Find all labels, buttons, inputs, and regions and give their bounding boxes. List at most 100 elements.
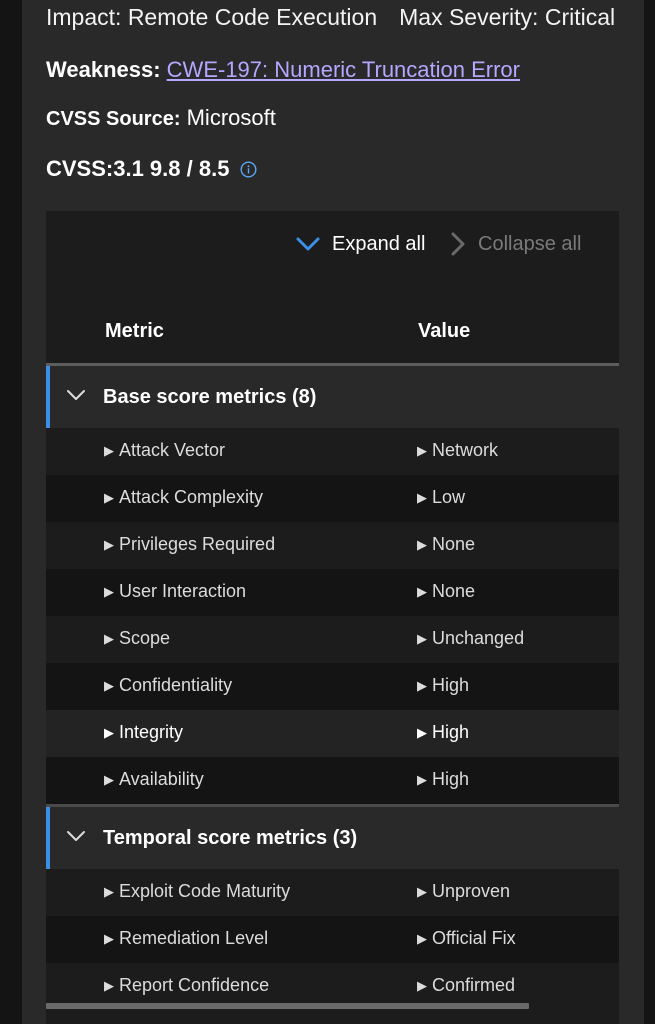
table-row[interactable]: ▶ Exploit Code Maturity ▶ Unproven [46,869,619,916]
impact-label: Impact: [46,4,122,30]
metric-value: Network [432,440,499,460]
cvss-metrics-table: Expand all Collapse all Metric Value Bas… [46,211,619,1024]
cvss-score: CVSS:3.1 9.8 / 8.5 [46,156,230,181]
value-cell: ▶ Unchanged [417,628,524,649]
group-label: Temporal score metrics (3) [103,827,358,849]
metric-name: User Interaction [119,581,247,601]
metric-name: Attack Vector [119,440,226,460]
metric-value: Confirmed [432,975,516,995]
caret-right-icon: ▶ [417,772,427,787]
metric-cell: ▶ Remediation Level [104,928,268,949]
metric-cell: ▶ Exploit Code Maturity [104,881,290,902]
info-circle-icon[interactable] [240,161,257,178]
impact-line: Impact: Remote Code Execution Max Severit… [46,4,615,31]
table-row[interactable]: ▶ Confidentiality ▶ High [46,663,619,710]
caret-right-icon: ▶ [417,584,427,599]
weakness-label: Weakness: [46,57,161,82]
header-value[interactable]: Value [418,320,470,343]
caret-right-icon: ▶ [417,678,427,693]
value-cell: ▶ High [417,769,469,790]
metric-cell: ▶ User Interaction [104,581,246,602]
expand-all-button[interactable]: Expand all [296,229,425,259]
caret-right-icon: ▶ [104,978,114,993]
chevron-right-icon [451,232,465,256]
caret-right-icon: ▶ [417,537,427,552]
header-metric[interactable]: Metric [105,320,164,343]
table-row[interactable]: ▶ Scope ▶ Unchanged [46,616,619,663]
value-cell: ▶ None [417,581,475,602]
caret-right-icon: ▶ [417,725,427,740]
severity-label: Max Severity: [399,4,539,30]
metric-cell: ▶ Report Confidence [104,975,269,996]
weakness-line: Weakness: CWE-197: Numeric Truncation Er… [46,57,520,83]
group-base-score[interactable]: Base score metrics (8) [46,366,619,428]
severity-value: Critical [544,4,616,30]
table-row[interactable]: ▶ Attack Complexity ▶ Low [46,475,619,522]
metric-name: Privileges Required [119,534,276,554]
cvss-source-value: Microsoft [186,105,276,130]
metric-name: Remediation Level [119,928,269,948]
metric-name: Attack Complexity [119,487,264,507]
caret-right-icon: ▶ [104,537,114,552]
table-row[interactable]: ▶ Privileges Required ▶ None [46,522,619,569]
metric-value: High [432,722,470,742]
cvss-source-line: CVSS Source: Microsoft [46,105,276,131]
value-cell: ▶ Confirmed [417,975,515,996]
caret-right-icon: ▶ [104,725,114,740]
caret-right-icon: ▶ [417,978,427,993]
metric-name: Availability [119,769,204,789]
caret-right-icon: ▶ [104,584,114,599]
metric-name: Exploit Code Maturity [119,881,291,901]
caret-right-icon: ▶ [417,631,427,646]
metric-value: High [432,769,470,789]
table-row[interactable]: ▶ Integrity ▶ High [46,710,619,757]
value-cell: ▶ High [417,675,469,696]
value-cell: ▶ None [417,534,475,555]
metric-cell: ▶ Scope [104,628,170,649]
metric-name: Scope [119,628,171,648]
caret-right-icon: ▶ [104,931,114,946]
metric-cell: ▶ Confidentiality [104,675,232,696]
caret-right-icon: ▶ [104,884,114,899]
metric-cell: ▶ Integrity [104,722,183,743]
metric-value: High [432,675,470,695]
metric-cell: ▶ Privileges Required [104,534,275,555]
table-row[interactable]: ▶ User Interaction ▶ None [46,569,619,616]
table-header: Metric Value [46,300,619,364]
caret-right-icon: ▶ [104,443,114,458]
weakness-link[interactable]: CWE-197: Numeric Truncation Error [167,57,520,82]
horizontal-scrollbar[interactable] [46,1003,529,1009]
table-row[interactable]: ▶ Attack Vector ▶ Network [46,428,619,475]
group-temporal-score[interactable]: Temporal score metrics (3) [46,807,619,869]
caret-right-icon: ▶ [104,678,114,693]
metric-name: Confidentiality [119,675,233,695]
metric-cell: ▶ Availability [104,769,204,790]
metric-cell: ▶ Attack Complexity [104,487,263,508]
value-cell: ▶ Network [417,440,498,461]
table-row[interactable]: ▶ Availability ▶ High [46,757,619,804]
impact-value: Remote Code Execution [127,4,378,30]
value-cell: ▶ High [417,722,469,743]
expand-all-label: Expand all [332,232,426,255]
table-row[interactable]: ▶ Remediation Level ▶ Official Fix [46,916,619,963]
value-cell: ▶ Low [417,487,465,508]
metric-name: Integrity [119,722,184,742]
caret-right-icon: ▶ [104,631,114,646]
metric-value: Unchanged [432,628,525,648]
table-toolbar: Expand all Collapse all [46,211,619,281]
caret-right-icon: ▶ [104,490,114,505]
metric-value: Official Fix [432,928,516,948]
chevron-down-icon [67,831,85,841]
caret-right-icon: ▶ [417,490,427,505]
caret-right-icon: ▶ [417,931,427,946]
metric-name: Report Confidence [119,975,270,995]
group-label: Base score metrics (8) [103,386,317,408]
group-accent [46,807,50,869]
cvss-source-label: CVSS Source: [46,108,181,130]
caret-right-icon: ▶ [417,884,427,899]
collapse-all-label: Collapse all [478,232,582,255]
value-cell: ▶ Official Fix [417,928,516,949]
chevron-down-icon [296,237,320,251]
collapse-all-button[interactable]: Collapse all [450,229,581,259]
caret-right-icon: ▶ [104,772,114,787]
